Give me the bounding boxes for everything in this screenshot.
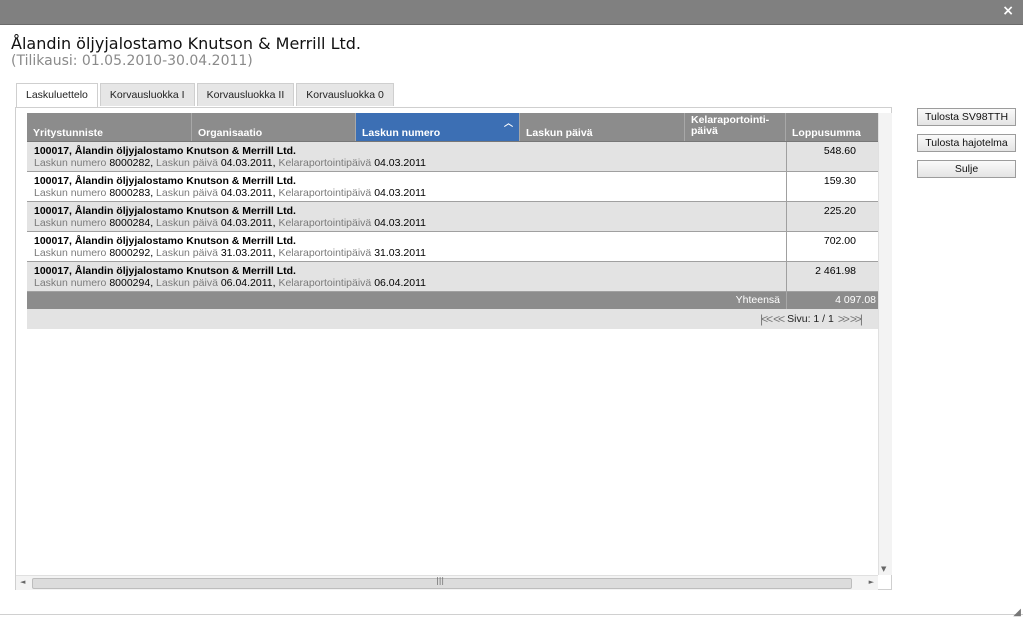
row-amount: 702.00 <box>786 232 878 261</box>
grid-header: Yritystunniste Organisaatio Laskun numer… <box>27 113 878 142</box>
last-page-icon[interactable]: >>| <box>850 312 863 326</box>
field-label: Kelaraportointipäivä <box>278 187 372 199</box>
field-label: Laskun päivä <box>156 157 218 169</box>
next-page-icon[interactable]: >> <box>838 312 850 326</box>
row-title: 100017, Ålandin öljyjalostamo Knutson & … <box>34 175 296 187</box>
column-header-laskun-numero[interactable]: Laskun numero ︿ <box>356 113 520 141</box>
column-header-yritystunniste[interactable]: Yritystunniste <box>27 113 192 141</box>
row-details: Laskun numero 8000294, Laskun päivä 06.0… <box>34 277 426 289</box>
column-header-laskun-paiva[interactable]: Laskun päivä <box>520 113 685 141</box>
report-date: 04.03.2011 <box>374 157 426 169</box>
row-amount: 159.30 <box>786 172 878 201</box>
table-row[interactable]: 100017, Ålandin öljyjalostamo Knutson & … <box>27 232 878 262</box>
field-label: Kelaraportointipäivä <box>278 247 372 259</box>
field-label: Laskun päivä <box>156 217 218 229</box>
field-label: Laskun numero <box>34 277 107 289</box>
field-label: Laskun päivä <box>156 187 218 199</box>
column-label: Laskun päivä <box>526 127 593 139</box>
pager: |<< << Sivu: 1 / 1 >> >>| <box>27 309 878 329</box>
window-titlebar: × <box>0 0 1023 25</box>
total-row: Yhteensä 4 097.08 <box>27 292 878 309</box>
field-label: Kelaraportointipäivä <box>278 157 372 169</box>
table-row[interactable]: 100017, Ålandin öljyjalostamo Knutson & … <box>27 202 878 232</box>
invoice-date: 04.03.2011, <box>220 217 276 229</box>
page-indicator: Sivu: 1 / 1 <box>787 313 834 325</box>
row-title: 100017, Ålandin öljyjalostamo Knutson & … <box>34 235 296 247</box>
field-label: Laskun numero <box>34 247 107 259</box>
invoice-number: 8000283, <box>109 187 154 199</box>
footer-divider <box>0 614 1023 615</box>
table-row[interactable]: 100017, Ålandin öljyjalostamo Knutson & … <box>27 142 878 172</box>
tab-korvausluokka-ii[interactable]: Korvausluokka II <box>196 83 295 106</box>
table-row[interactable]: 100017, Ålandin öljyjalostamo Knutson & … <box>27 262 878 292</box>
row-title: 100017, Ålandin öljyjalostamo Knutson & … <box>34 205 296 217</box>
field-label: Laskun numero <box>34 217 107 229</box>
print-sv98tth-button[interactable]: Tulosta SV98TTH <box>917 108 1016 126</box>
invoice-date: 04.03.2011, <box>220 187 276 199</box>
field-label: Kelaraportointipäivä <box>278 277 372 289</box>
row-details: Laskun numero 8000292, Laskun päivä 31.0… <box>34 247 426 259</box>
invoice-date: 06.04.2011, <box>220 277 276 289</box>
invoice-date: 04.03.2011, <box>220 157 276 169</box>
row-details: Laskun numero 8000283, Laskun päivä 04.0… <box>34 187 426 199</box>
report-date: 31.03.2011 <box>374 247 426 259</box>
row-amount: 2 461.98 <box>786 262 878 291</box>
column-label: Yritystunniste <box>33 127 104 139</box>
row-details: Laskun numero 8000284, Laskun päivä 04.0… <box>34 217 426 229</box>
previous-page-icon[interactable]: << <box>773 312 785 326</box>
scroll-left-icon[interactable]: ◄ <box>20 578 25 586</box>
row-amount: 548.60 <box>786 142 878 171</box>
tab-panel: Yritystunniste Organisaatio Laskun numer… <box>15 107 892 590</box>
total-value: 4 097.08 <box>786 292 878 309</box>
field-label: Laskun numero <box>34 187 107 199</box>
first-page-icon[interactable]: |<< <box>760 312 773 326</box>
sort-ascending-icon: ︿ <box>503 118 513 128</box>
vertical-scrollbar[interactable]: ▼ <box>878 113 892 575</box>
column-label-line2: päivä <box>691 125 718 137</box>
invoice-grid: Yritystunniste Organisaatio Laskun numer… <box>27 113 878 329</box>
tab-korvausluokka-0[interactable]: Korvausluokka 0 <box>296 83 394 106</box>
scroll-right-icon[interactable]: ► <box>869 578 874 586</box>
invoice-number: 8000284, <box>109 217 154 229</box>
field-label: Laskun päivä <box>156 277 218 289</box>
table-row[interactable]: 100017, Ålandin öljyjalostamo Knutson & … <box>27 172 878 202</box>
resize-grip-icon[interactable]: ◢ <box>1013 607 1021 618</box>
column-header-organisaatio[interactable]: Organisaatio <box>192 113 356 141</box>
print-breakdown-button[interactable]: Tulosta hajotelma <box>917 134 1016 152</box>
scrollbar-thumb[interactable]: ||| <box>32 576 852 589</box>
tab-bar: Laskuluettelo Korvausluokka I Korvausluo… <box>16 83 396 108</box>
report-date: 04.03.2011 <box>374 187 426 199</box>
row-title: 100017, Ålandin öljyjalostamo Knutson & … <box>34 265 296 277</box>
row-details: Laskun numero 8000282, Laskun päivä 04.0… <box>34 157 426 169</box>
scroll-down-icon[interactable]: ▼ <box>881 565 886 573</box>
column-header-kelaraportointipaiva[interactable]: Kelaraportointi- päivä <box>685 113 786 141</box>
field-label: Laskun päivä <box>156 247 218 259</box>
total-label: Yhteensä <box>735 294 780 306</box>
field-label: Laskun numero <box>34 157 107 169</box>
fiscal-period: (Tilikausi: 01.05.2010-30.04.2011) <box>11 53 253 69</box>
invoice-number: 8000282, <box>109 157 154 169</box>
column-label: Loppusumma <box>792 127 861 139</box>
invoice-number: 8000294, <box>109 277 154 289</box>
column-header-loppusumma[interactable]: Loppusumma <box>786 113 878 141</box>
column-label: Laskun numero <box>362 127 441 139</box>
invoice-number: 8000292, <box>109 247 154 259</box>
grip-icon: ||| <box>436 576 445 585</box>
field-label: Kelaraportointipäivä <box>278 217 372 229</box>
invoice-date: 31.03.2011, <box>220 247 276 259</box>
horizontal-scrollbar[interactable]: ◄ ||| ► <box>16 575 878 590</box>
close-button[interactable]: Sulje <box>917 160 1016 178</box>
report-date: 04.03.2011 <box>374 217 426 229</box>
pager-controls: |<< << Sivu: 1 / 1 >> >>| <box>759 312 863 326</box>
column-label: Organisaatio <box>198 127 263 139</box>
tab-korvausluokka-i[interactable]: Korvausluokka I <box>99 83 195 106</box>
column-label: Kelaraportointi- päivä <box>691 115 769 137</box>
row-amount: 225.20 <box>786 202 878 231</box>
close-icon[interactable]: × <box>1002 3 1014 19</box>
row-title: 100017, Ålandin öljyjalostamo Knutson & … <box>34 145 296 157</box>
report-date: 06.04.2011 <box>374 277 426 289</box>
tab-laskuluettelo[interactable]: Laskuluettelo <box>16 83 98 108</box>
company-title: Ålandin öljyjalostamo Knutson & Merrill … <box>11 34 362 53</box>
